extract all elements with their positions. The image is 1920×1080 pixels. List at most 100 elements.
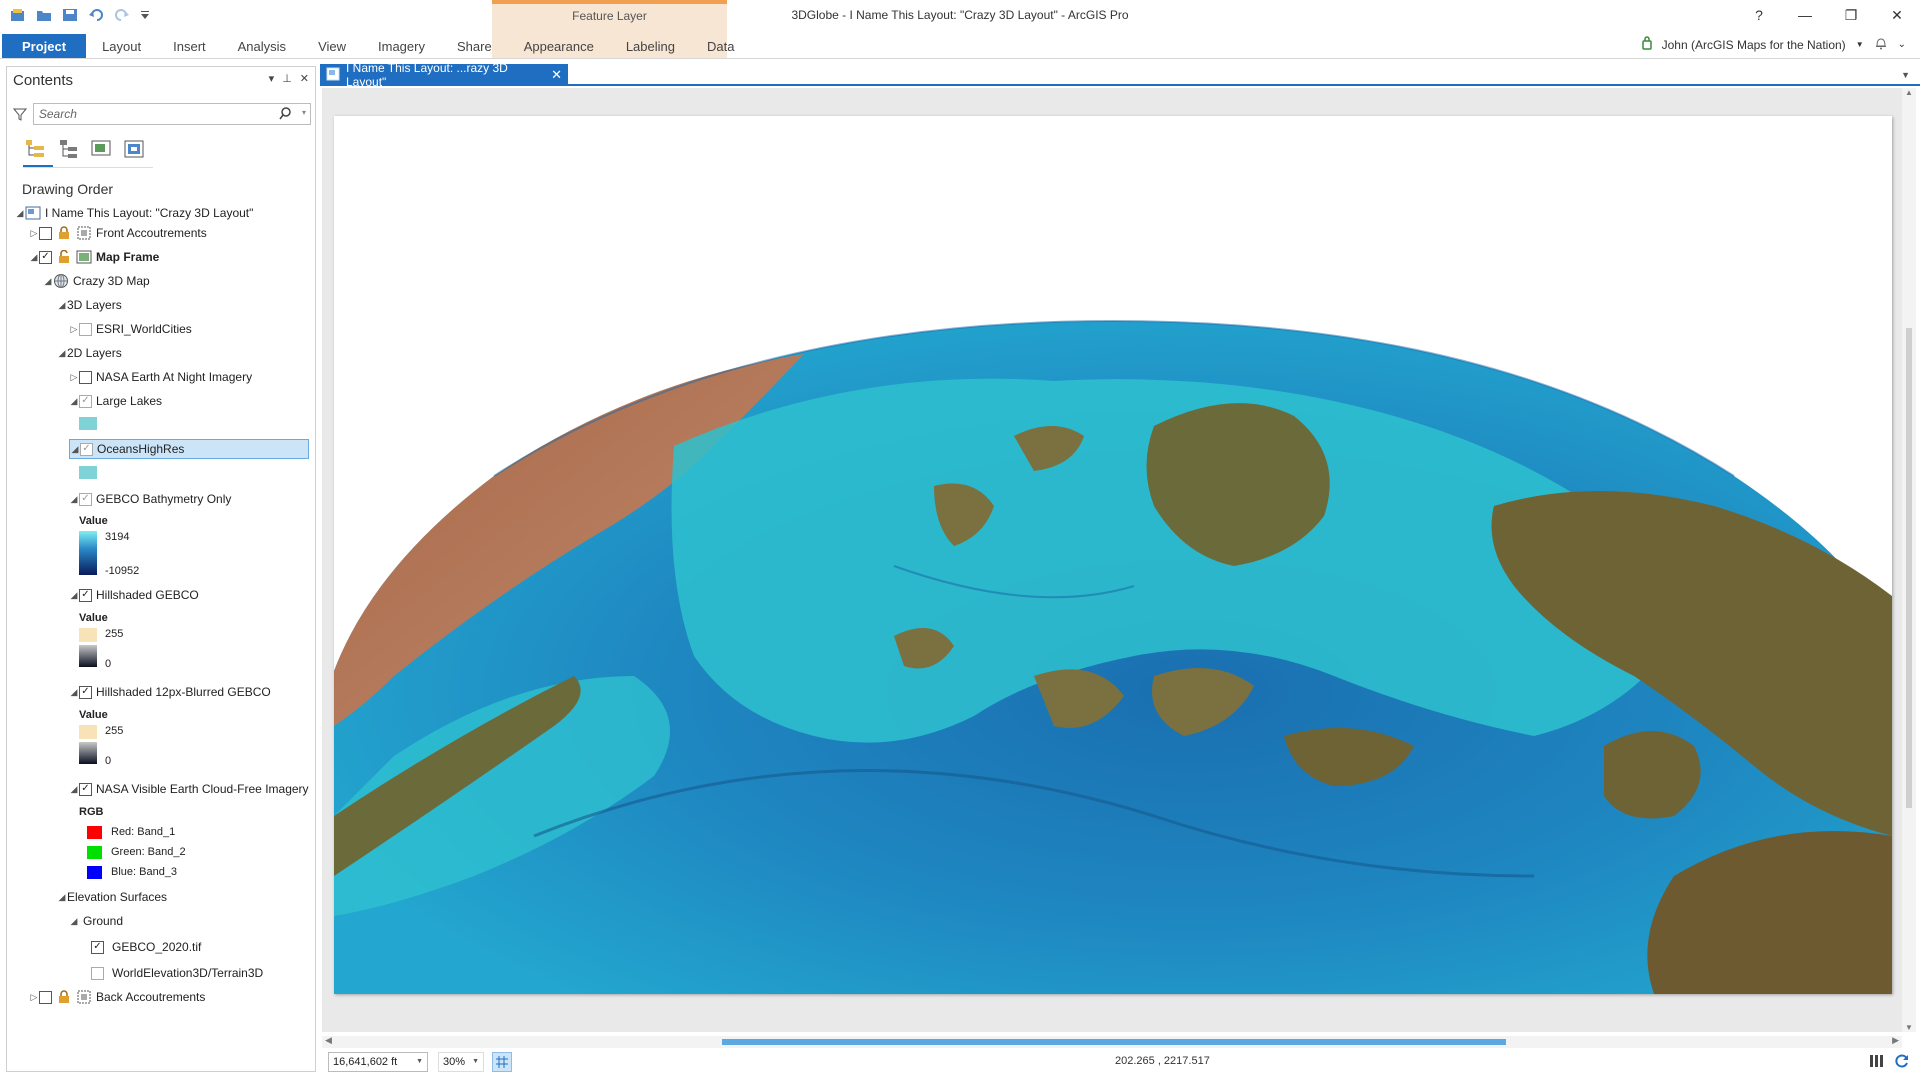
- tree-item-map-frame[interactable]: ◢ ✓ Map Frame: [29, 247, 159, 267]
- tree-item-front-accoutrements[interactable]: ▷ Front Accoutrements: [29, 223, 207, 243]
- scale-selector[interactable]: 16,641,602 ft ▼: [328, 1052, 428, 1072]
- visibility-checkbox[interactable]: [79, 370, 92, 384]
- minimize-button[interactable]: —: [1782, 0, 1828, 30]
- pane-close-icon[interactable]: ✕: [300, 72, 309, 85]
- help-button[interactable]: ?: [1736, 0, 1782, 30]
- visibility-checkbox[interactable]: ✓: [79, 685, 92, 699]
- pin-icon[interactable]: ⊥: [282, 72, 292, 85]
- chevron-down-icon[interactable]: ▼: [472, 1058, 479, 1065]
- bathymetry-color-ramp[interactable]: [79, 531, 97, 575]
- visibility-checkbox[interactable]: ✓: [39, 250, 52, 264]
- collapse-icon[interactable]: ◢: [57, 348, 67, 359]
- collapse-icon[interactable]: ◢: [69, 784, 79, 795]
- collapse-icon[interactable]: ◢: [57, 892, 67, 903]
- tab-data[interactable]: Data: [691, 34, 750, 58]
- collapse-icon[interactable]: ◢: [70, 444, 80, 455]
- horizontal-scroll-thumb[interactable]: [722, 1039, 1506, 1045]
- visibility-checkbox[interactable]: [39, 226, 52, 240]
- visibility-checkbox[interactable]: [91, 966, 104, 980]
- zoom-selector[interactable]: 30% ▼: [438, 1052, 484, 1072]
- tree-item-back-accoutrements[interactable]: ▷ Back Accoutrements: [29, 987, 206, 1007]
- oceans-symbol[interactable]: [79, 466, 97, 479]
- red-band-swatch[interactable]: [87, 826, 102, 839]
- notification-bell-icon[interactable]: [1874, 36, 1888, 53]
- tree-item-ground[interactable]: ◢ Ground: [69, 911, 124, 931]
- visibility-checkbox[interactable]: ✓: [91, 940, 104, 954]
- tab-project[interactable]: Project: [2, 34, 87, 58]
- collapse-icon[interactable]: ◢: [69, 687, 79, 698]
- visibility-checkbox[interactable]: [79, 322, 92, 336]
- tree-item-world-elevation[interactable]: WorldElevation3D/Terrain3D: [91, 963, 263, 983]
- tab-insert[interactable]: Insert: [157, 34, 222, 58]
- pause-drawing-icon[interactable]: [1868, 1054, 1884, 1071]
- hillshade-blur-ramp-high[interactable]: [79, 725, 97, 739]
- tree-item-2d-layers[interactable]: ◢ 2D Layers: [57, 343, 122, 363]
- tab-layout-view[interactable]: I Name This Layout: ...razy 3D Layout" ✕: [320, 61, 568, 89]
- tree-item-layout[interactable]: ◢ I Name This Layout: "Crazy 3D Layout": [15, 203, 254, 223]
- tree-item-oceans[interactable]: ◢ ✓ OceansHighRes: [69, 439, 309, 459]
- collapse-icon[interactable]: ◢: [57, 300, 67, 311]
- tree-item-visible-earth[interactable]: ◢ ✓ NASA Visible Earth Cloud-Free Imager…: [69, 779, 309, 799]
- list-by-drawing-order-icon[interactable]: [23, 137, 47, 161]
- collapse-icon[interactable]: ◢: [29, 252, 39, 263]
- filter-icon[interactable]: [11, 105, 29, 123]
- layout-page[interactable]: [334, 116, 1892, 994]
- snap-to-grid-button[interactable]: [492, 1052, 512, 1072]
- visibility-checkbox[interactable]: [39, 990, 52, 1004]
- list-by-data-source-icon[interactable]: [56, 137, 80, 161]
- search-input[interactable]: Search ▾: [32, 103, 311, 125]
- ribbon-collapse-icon[interactable]: ⌄: [1898, 39, 1906, 50]
- tab-appearance[interactable]: Appearance: [508, 34, 610, 58]
- hillshade-ramp-low[interactable]: [79, 645, 97, 667]
- visibility-checkbox[interactable]: ✓: [79, 394, 92, 408]
- expand-icon[interactable]: ▷: [69, 324, 79, 335]
- tab-analysis[interactable]: Analysis: [222, 34, 302, 58]
- list-by-editing-icon[interactable]: [122, 137, 146, 161]
- collapse-icon[interactable]: ◢: [69, 396, 79, 407]
- search-options-icon[interactable]: ▾: [302, 108, 306, 117]
- chevron-down-icon[interactable]: ▼: [416, 1058, 423, 1065]
- collapse-icon[interactable]: ◢: [69, 916, 79, 927]
- scroll-left-icon[interactable]: ◀: [325, 1035, 332, 1046]
- list-by-selection-icon[interactable]: [89, 137, 113, 161]
- tree-item-gebco-bathymetry[interactable]: ◢ ✓ GEBCO Bathymetry Only: [69, 489, 232, 509]
- horizontal-scrollbar[interactable]: ◀ ▶: [322, 1035, 1902, 1048]
- tree-item-map[interactable]: ◢ Crazy 3D Map: [43, 271, 150, 291]
- collapse-icon[interactable]: ◢: [15, 208, 25, 219]
- visibility-checkbox[interactable]: ✓: [79, 492, 92, 506]
- tree-item-elevation-surfaces[interactable]: ◢ Elevation Surfaces: [57, 887, 168, 907]
- blue-band-swatch[interactable]: [87, 866, 102, 879]
- view-list-dropdown-icon[interactable]: ▼: [1901, 70, 1910, 80]
- collapse-icon[interactable]: ◢: [69, 494, 79, 505]
- scroll-down-icon[interactable]: ▼: [1905, 1023, 1913, 1032]
- tab-share[interactable]: Share: [441, 34, 508, 58]
- collapse-icon[interactable]: ◢: [69, 590, 79, 601]
- tree-item-nasa-night[interactable]: ▷ NASA Earth At Night Imagery: [69, 367, 253, 387]
- tree-item-gebco-tif[interactable]: ✓ GEBCO_2020.tif: [91, 937, 201, 957]
- tree-item-large-lakes[interactable]: ◢ ✓ Large Lakes: [69, 391, 163, 411]
- visibility-checkbox[interactable]: ✓: [79, 588, 92, 602]
- map-frame-globe[interactable]: [334, 116, 1892, 994]
- scroll-up-icon[interactable]: ▲: [1905, 88, 1913, 97]
- tree-item-hillshade[interactable]: ◢ ✓ Hillshaded GEBCO: [69, 585, 199, 605]
- visibility-checkbox[interactable]: ✓: [79, 782, 92, 796]
- layout-canvas[interactable]: [322, 88, 1902, 1032]
- close-view-icon[interactable]: ✕: [551, 67, 562, 83]
- scroll-right-icon[interactable]: ▶: [1892, 1035, 1899, 1046]
- expand-icon[interactable]: ▷: [29, 228, 39, 239]
- expand-icon[interactable]: ▷: [29, 992, 39, 1003]
- refresh-icon[interactable]: [1894, 1053, 1910, 1072]
- tree-item-hillshade-blurred[interactable]: ◢ ✓ Hillshaded 12px-Blurred GEBCO: [69, 682, 271, 702]
- search-icon[interactable]: [279, 107, 292, 123]
- tab-layout[interactable]: Layout: [86, 34, 157, 58]
- unlock-icon[interactable]: [56, 249, 72, 265]
- visibility-checkbox[interactable]: ✓: [80, 442, 93, 456]
- tab-labeling[interactable]: Labeling: [610, 34, 691, 58]
- user-dropdown-icon[interactable]: ▼: [1856, 40, 1864, 49]
- user-name[interactable]: John (ArcGIS Maps for the Nation): [1662, 38, 1846, 52]
- hillshade-blur-ramp-low[interactable]: [79, 742, 97, 764]
- tab-imagery[interactable]: Imagery: [362, 34, 441, 58]
- lock-icon[interactable]: [56, 989, 72, 1005]
- restore-button[interactable]: ❐: [1828, 0, 1874, 30]
- tree-item-3d-layers[interactable]: ◢ 3D Layers: [57, 295, 122, 315]
